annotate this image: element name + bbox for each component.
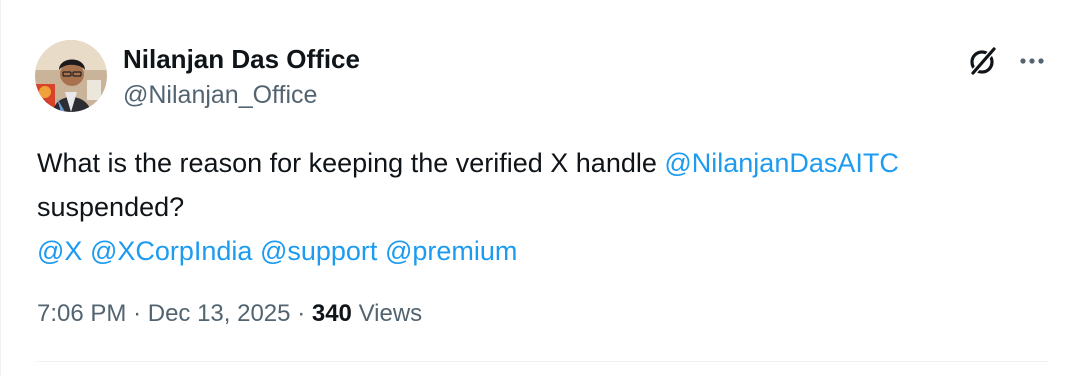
tweet-card: Nilanjan Das Office @Nilanjan_Office Wha…: [0, 0, 1068, 376]
meta-separator: ·: [133, 300, 142, 327]
views-label: Views: [358, 300, 423, 327]
mention-link[interactable]: @XCorpIndia: [90, 236, 253, 266]
divider: [37, 361, 1048, 362]
grok-icon[interactable]: [967, 45, 999, 77]
timestamp-date[interactable]: Dec 13, 2025: [148, 300, 291, 327]
avatar[interactable]: [35, 40, 107, 112]
mention-link[interactable]: @premium: [385, 236, 517, 266]
mention-link[interactable]: @X: [37, 236, 82, 266]
tweet-text-part: What is the reason for keeping the verif…: [37, 148, 665, 178]
avatar-image: [35, 40, 107, 112]
timestamp-time[interactable]: 7:06 PM: [37, 300, 126, 327]
mention-link[interactable]: @support: [260, 236, 377, 266]
tweet-text-part: suspended?: [37, 192, 185, 222]
more-options-icon[interactable]: [1017, 49, 1047, 73]
views-count: 340: [311, 300, 352, 327]
meta-separator: ·: [297, 300, 306, 327]
mention-link[interactable]: @NilanjanDasAITC: [664, 148, 898, 178]
author-name[interactable]: Nilanjan Das Office: [123, 43, 360, 75]
tweet-text: What is the reason for keeping the verif…: [37, 141, 1047, 273]
tweet-meta: 7:06 PM · Dec 13, 2025 · 340 Views: [37, 298, 422, 330]
author-handle[interactable]: @Nilanjan_Office: [123, 80, 317, 110]
